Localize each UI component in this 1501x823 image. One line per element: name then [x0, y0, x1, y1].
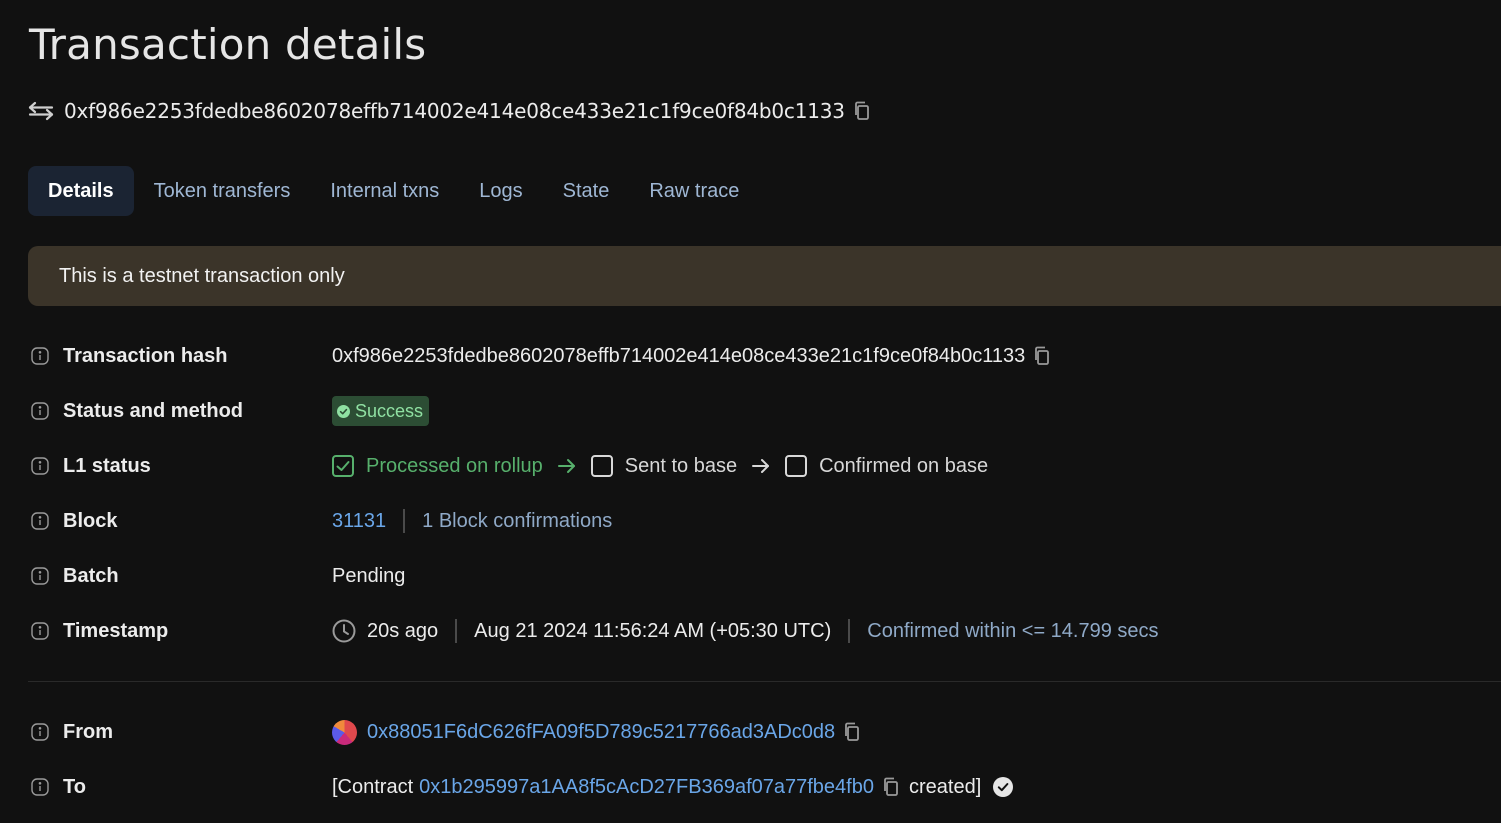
transaction-hash-value-wrap: 0xf986e2253fdedbe8602078effb714002e414e0… [332, 345, 1051, 368]
to-suffix: created] [908, 775, 982, 798]
to-contract-address-link[interactable]: 0x1b295997a1AA8f5cAcD27FB369af07a77fbe4f… [419, 776, 874, 799]
from-value-wrap: 0x88051F6dC626fFA09f5D789c5217766ad3ADc0… [332, 719, 861, 745]
l1-status-steps: Processed on rollup Sent to base Confirm… [332, 455, 988, 478]
status-label: Status and method [63, 399, 244, 422]
batch-value-wrap: Pending [332, 565, 405, 588]
block-number-link[interactable]: 31131 [332, 510, 386, 533]
checkbox-icon [785, 455, 808, 477]
info-icon[interactable] [31, 512, 49, 530]
divider [848, 619, 851, 643]
tab-bar: Details Token transfers Internal txns Lo… [28, 166, 759, 216]
copy-icon[interactable] [853, 101, 871, 121]
row-label-wrap: Batch [28, 565, 332, 588]
row-label-wrap: Status and method [28, 400, 332, 423]
testnet-banner-text: This is a testnet transaction only [59, 264, 345, 287]
timestamp-absolute: Aug 21 2024 11:56:24 AM (+05:30 UTC) [474, 619, 832, 642]
tab-internal-txns[interactable]: Internal txns [310, 166, 459, 216]
to-label: To [63, 775, 86, 798]
timestamp-relative: 20s ago [367, 619, 439, 642]
avatar-icon [332, 719, 357, 745]
l1-step-sent: Sent to base [624, 454, 738, 477]
row-l1-status: L1 status Processed on rollup Sent to ba… [28, 446, 988, 486]
info-icon[interactable] [31, 723, 49, 741]
l1-status-label: L1 status [63, 454, 151, 477]
info-icon[interactable] [31, 457, 49, 475]
status-badge-text: Success [355, 400, 424, 421]
divider [455, 619, 458, 643]
row-batch: Batch Pending [28, 556, 405, 596]
swap-arrows-icon [28, 101, 54, 121]
clock-icon [332, 619, 356, 643]
transaction-hash-label: Transaction hash [63, 344, 228, 367]
status-value-wrap: Success [332, 396, 430, 426]
header-transaction-hash: 0xf986e2253fdedbe8602078effb714002e414e0… [64, 99, 845, 123]
batch-value: Pending [332, 564, 406, 587]
block-confirmations: 1 Block confirmations [422, 509, 613, 532]
row-label-wrap: To [28, 776, 332, 799]
arrow-right-icon [752, 459, 770, 473]
row-label-wrap: From [28, 721, 332, 744]
row-timestamp: Timestamp 20s ago Aug 21 2024 11:56:24 A… [28, 611, 1159, 651]
transaction-page: Transaction details 0xf986e2253fdedbe860… [0, 0, 1501, 823]
row-label-wrap: Block [28, 510, 332, 533]
row-to: To [Contract 0x1b295997a1AA8f5cAcD27FB36… [28, 767, 1014, 807]
info-icon[interactable] [31, 347, 49, 365]
testnet-banner: This is a testnet transaction only [28, 246, 1501, 306]
to-prefix: [Contract [332, 775, 414, 798]
tab-state[interactable]: State [543, 166, 630, 216]
copy-icon[interactable] [843, 722, 861, 742]
l1-step-confirmed: Confirmed on base [819, 454, 989, 477]
timestamp-value-wrap: 20s ago Aug 21 2024 11:56:24 AM (+05:30 … [332, 619, 1159, 643]
info-icon[interactable] [31, 622, 49, 640]
l1-step-processed: Processed on rollup [366, 454, 543, 477]
row-label-wrap: L1 status [28, 455, 332, 478]
copy-icon[interactable] [1033, 346, 1051, 366]
page-title: Transaction details [29, 20, 427, 69]
tab-raw-trace[interactable]: Raw trace [629, 166, 759, 216]
row-label-wrap: Timestamp [28, 620, 332, 643]
transaction-hash-value: 0xf986e2253fdedbe8602078effb714002e414e0… [332, 344, 1026, 367]
info-icon[interactable] [31, 778, 49, 796]
checkbox-icon [590, 455, 613, 477]
divider [403, 509, 406, 533]
info-icon[interactable] [31, 567, 49, 585]
status-badge: Success [332, 396, 430, 426]
check-circle-icon [337, 404, 350, 418]
block-value-wrap: 31131 1 Block confirmations [332, 509, 612, 533]
timestamp-confirmed-within: Confirmed within <= 14.799 secs [867, 619, 1159, 642]
row-status: Status and method Success [28, 391, 430, 431]
arrow-right-icon [557, 459, 575, 473]
tab-token-transfers[interactable]: Token transfers [134, 166, 311, 216]
batch-label: Batch [63, 564, 119, 587]
row-transaction-hash: Transaction hash 0xf986e2253fdedbe860207… [28, 336, 1051, 376]
verified-icon [993, 777, 1014, 797]
copy-icon[interactable] [882, 777, 900, 797]
timestamp-label: Timestamp [63, 619, 169, 642]
from-label: From [63, 720, 113, 743]
block-label: Block [63, 509, 118, 532]
header-hash-line: 0xf986e2253fdedbe8602078effb714002e414e0… [28, 98, 871, 124]
info-icon[interactable] [31, 402, 49, 420]
row-from: From 0x88051F6dC626fFA09f5D789c5217766ad… [28, 712, 861, 752]
checkbox-checked-icon [332, 455, 354, 477]
tab-details[interactable]: Details [28, 166, 134, 216]
from-address-link[interactable]: 0x88051F6dC626fFA09f5D789c5217766ad3ADc0… [367, 721, 835, 744]
section-divider [28, 681, 1501, 682]
to-value-wrap: [Contract 0x1b295997a1AA8f5cAcD27FB369af… [332, 775, 1014, 799]
row-block: Block 31131 1 Block confirmations [28, 501, 612, 541]
row-label-wrap: Transaction hash [28, 345, 332, 368]
tab-logs[interactable]: Logs [459, 166, 542, 216]
